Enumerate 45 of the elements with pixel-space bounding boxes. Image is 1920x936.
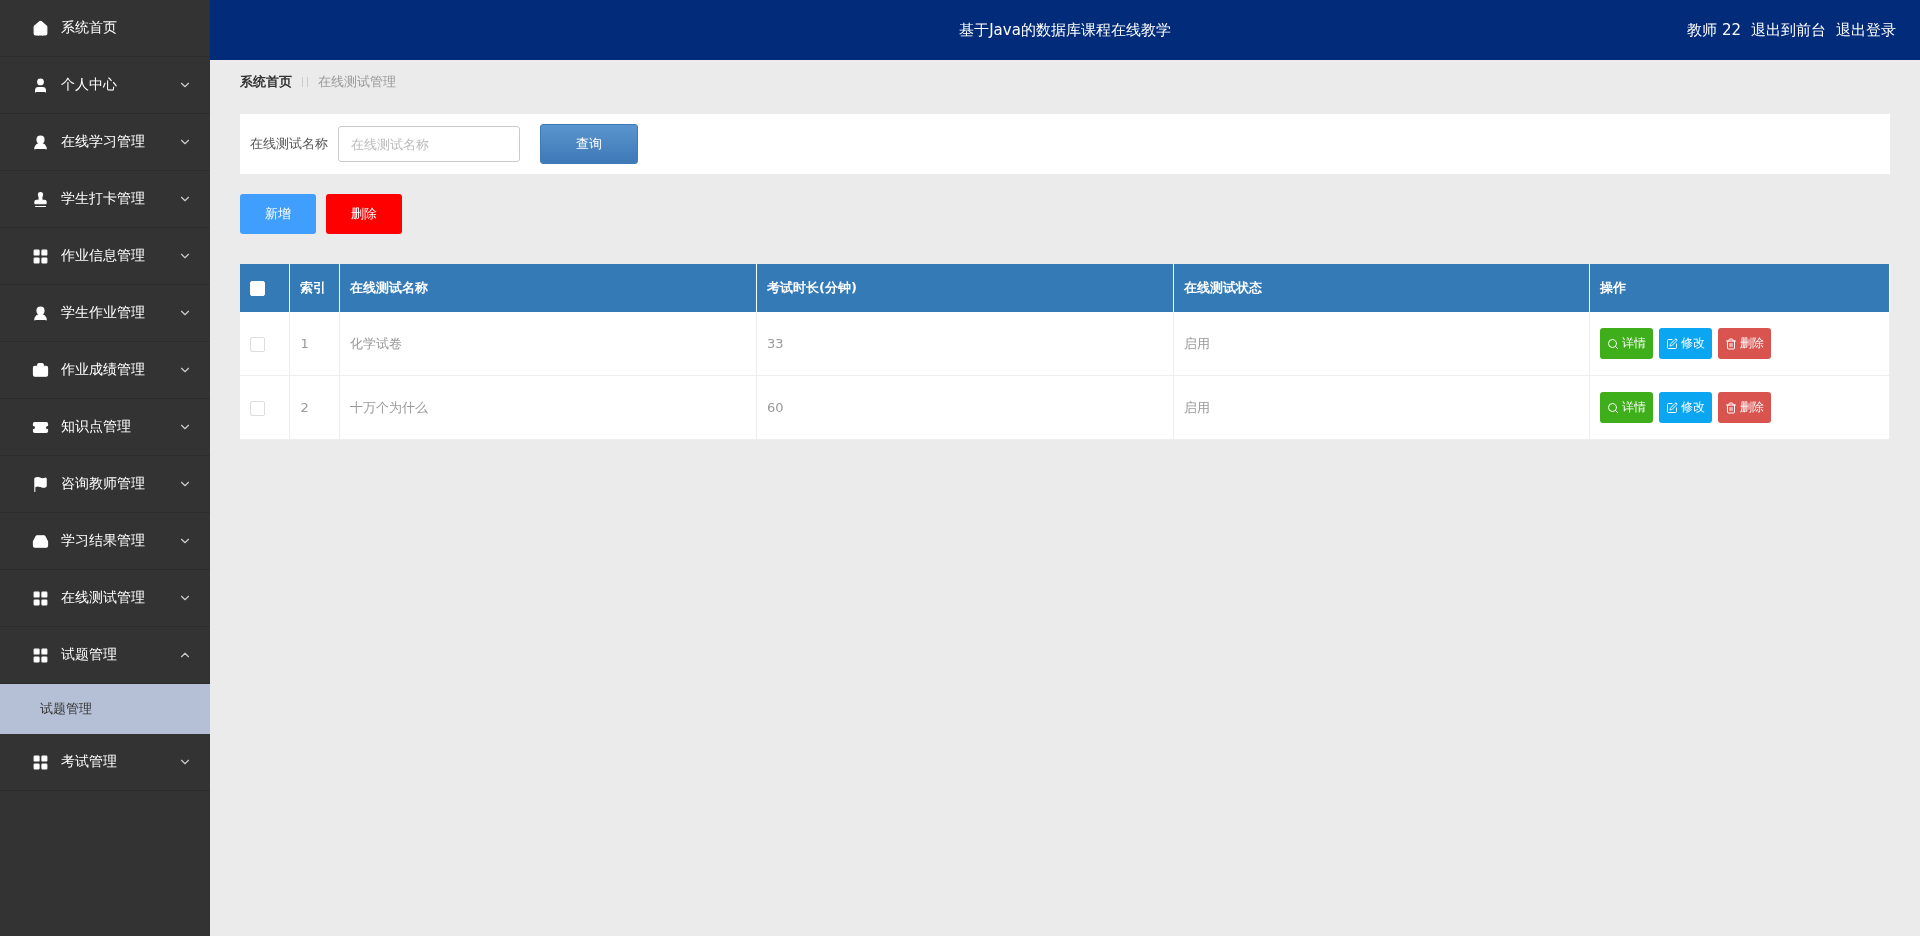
search-field[interactable]: 在线测试名称 bbox=[338, 126, 520, 162]
sidebar-item[interactable]: 咨询教师管理 bbox=[0, 456, 210, 513]
sidebar-item[interactable]: 个人中心 bbox=[0, 57, 210, 114]
search-icon bbox=[1607, 401, 1620, 414]
column-header: 考试时长(分钟) bbox=[756, 264, 1174, 312]
sidebar-item[interactable]: 在线学习管理 bbox=[0, 114, 210, 171]
site-title: 基于Java的数据库课程在线教学 bbox=[959, 20, 1171, 40]
sidebar-item[interactable]: 学生打卡管理 bbox=[0, 171, 210, 228]
table-cell: 十万个为什么 bbox=[339, 375, 757, 440]
column-header: 在线测试名称 bbox=[339, 264, 757, 312]
delete-button[interactable]: 删除 bbox=[1718, 392, 1772, 423]
header-link[interactable]: 退出登录 bbox=[1836, 20, 1896, 40]
row-checkbox[interactable] bbox=[250, 400, 265, 416]
sidebar-item[interactable]: 作业信息管理 bbox=[0, 228, 210, 285]
breadcrumb-link[interactable]: 系统首页 bbox=[240, 73, 292, 91]
column-header: 操作 bbox=[1589, 264, 1890, 312]
row-checkbox[interactable] bbox=[250, 336, 265, 352]
sidebar-item[interactable]: 知识点管理 bbox=[0, 399, 210, 456]
header-link[interactable]: 退出到前台 bbox=[1751, 20, 1826, 40]
table-cell: 启用 bbox=[1173, 312, 1590, 376]
sidebar-item[interactable]: 学习结果管理 bbox=[0, 513, 210, 570]
table-cell: 启用 bbox=[1173, 375, 1590, 440]
table-cell: 60 bbox=[756, 375, 1174, 440]
trash-icon bbox=[1725, 401, 1738, 414]
table-cell: 1 bbox=[290, 312, 340, 376]
pencil-icon bbox=[1666, 337, 1679, 350]
user-name: 教师 22 bbox=[1687, 20, 1741, 40]
sidebar-item[interactable]: 学生作业管理 bbox=[0, 285, 210, 342]
query-button[interactable]: 查询 bbox=[540, 124, 638, 164]
table-cell: 33 bbox=[756, 312, 1174, 376]
table-cell: 2 bbox=[290, 375, 340, 440]
delete-button[interactable]: 删除 bbox=[326, 194, 402, 234]
pencil-icon bbox=[1666, 401, 1679, 414]
submenu-item[interactable]: 试题管理 bbox=[0, 684, 210, 734]
select-all-checkbox[interactable] bbox=[250, 281, 265, 296]
sidebar-item[interactable]: 作业成绩管理 bbox=[0, 342, 210, 399]
search-label: 在线测试名称 bbox=[250, 135, 328, 153]
sidebar-item[interactable]: 考试管理 bbox=[0, 734, 210, 791]
column-header: 索引 bbox=[290, 264, 340, 312]
table-cell: 化学试卷 bbox=[339, 312, 757, 376]
delete-button[interactable]: 删除 bbox=[1718, 328, 1772, 359]
column-header: 在线测试状态 bbox=[1173, 264, 1590, 312]
sidebar-item[interactable]: 在线测试管理 bbox=[0, 570, 210, 627]
trash-icon bbox=[1725, 337, 1738, 350]
search-icon bbox=[1607, 337, 1620, 350]
